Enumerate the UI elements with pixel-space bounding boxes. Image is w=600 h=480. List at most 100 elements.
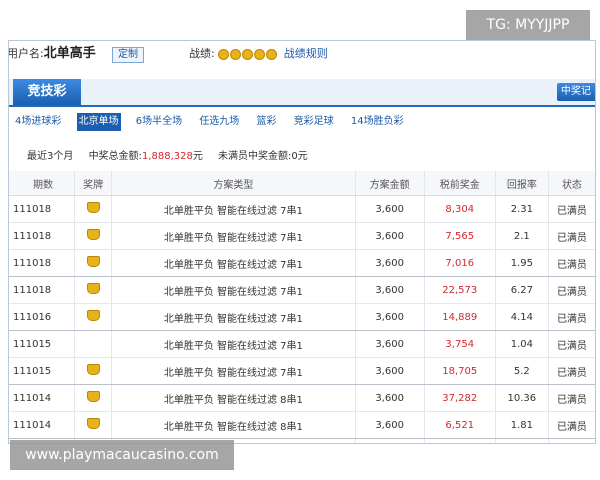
header-rate: 回报率 xyxy=(494,171,549,196)
record-label: 战绩: xyxy=(189,47,215,60)
table-row[interactable]: 111018 北单胜平负 智能在线过滤 7串1 3,600 8,304 2.31 已满员 xyxy=(9,195,595,223)
cell-period: 111015 xyxy=(9,357,75,385)
cell-prize: 22,573 xyxy=(423,276,496,304)
cell-rate: 2.31 xyxy=(494,195,549,223)
header-period: 期数 xyxy=(9,171,75,196)
cell-medal xyxy=(74,249,112,277)
watermark-bottom: www.playmacaucasino.com xyxy=(10,440,234,470)
cell-type: 北单胜平负 智能在线过滤 8串1 xyxy=(111,411,356,439)
medal-icon xyxy=(266,48,278,60)
cell-rate: 2.1 xyxy=(494,222,549,250)
cell-rate: 5.2 xyxy=(494,357,549,385)
subtab-14-win-lose[interactable]: 14场胜负彩 xyxy=(349,113,406,131)
table-row[interactable]: 111016 北单胜平负 智能在线过滤 7串1 3,600 14,889 4.14 已满员 xyxy=(9,303,595,331)
table-row[interactable]: 111014 北单胜平负 智能在线过滤 8串1 3,600 37,282 10.36 已满… xyxy=(9,384,595,412)
subtab-pick-nine[interactable]: 任选九场 xyxy=(197,113,241,131)
cell-status: 已满员 xyxy=(547,438,595,443)
cell-period: 111014 xyxy=(9,384,75,412)
table-row[interactable]: 111018 北单胜平负 智能在线过滤 7串1 3,600 7,565 2.1 已满员 xyxy=(9,222,595,250)
cell-medal xyxy=(74,357,112,385)
medal-icon xyxy=(86,229,100,240)
cell-rate: 6.27 xyxy=(494,276,549,304)
subtab-4-goals[interactable]: 4场进球彩 xyxy=(13,113,63,131)
cell-amount: 3,600 xyxy=(354,195,425,223)
record-rules-link[interactable]: 战绩规则 xyxy=(284,47,328,60)
medal-icon xyxy=(254,48,266,60)
cell-amount: 3,600 xyxy=(354,411,425,439)
cell-period: 111018 xyxy=(9,222,75,250)
medal-icon xyxy=(86,418,100,429)
medal-icon xyxy=(86,310,100,321)
cell-type: 北单胜平负 智能在线过滤 7串1 xyxy=(111,195,356,223)
table-row[interactable]: 111014 北单胜平负 智能在线过滤 8串1 3,600 6,521 1.81 已满员 xyxy=(9,411,595,439)
cell-type: 北单胜平负 智能在线过滤 7串1 xyxy=(111,276,356,304)
subtab-6-half-full[interactable]: 6场半全场 xyxy=(134,113,184,131)
header-medal: 奖牌 xyxy=(74,171,112,196)
summary-period: 最近3个月 xyxy=(27,151,74,162)
cell-prize: 8,304 xyxy=(423,195,496,223)
subtab-beijing-single[interactable]: 北京单场 xyxy=(76,113,121,131)
cell-status: 已满员 xyxy=(547,384,595,412)
cell-prize: 14,889 xyxy=(423,303,496,331)
medal-icon xyxy=(86,391,100,402)
tab-competitive-lottery[interactable]: 竞技彩 xyxy=(13,79,81,105)
cell-type: 北单胜平负 智能在线过滤 7串1 xyxy=(111,222,356,250)
cell-medal xyxy=(74,330,112,358)
cell-rate: 1.81 xyxy=(494,411,549,439)
cell-status: 已满员 xyxy=(547,357,595,385)
cell-amount: 3,600 xyxy=(354,303,425,331)
unfilled-prize-label: 未满员中奖金额: xyxy=(218,151,292,162)
cell-rate: 1.06 xyxy=(494,438,549,443)
table-row[interactable]: 111015 北单胜平负 智能在线过滤 7串1 3,600 3,754 1.04 已满员 xyxy=(9,330,595,358)
cell-medal xyxy=(74,384,112,412)
medal-icon xyxy=(242,48,254,60)
cell-type: 北单胜平负 智能在线过滤 7串1 xyxy=(111,303,356,331)
cell-prize: 18,705 xyxy=(423,357,496,385)
summary-bar: 最近3个月 中奖总金额:1,888,328元 未满员中奖金额:0元 xyxy=(27,151,308,162)
username-label: 用户名:北单高手 xyxy=(8,46,96,61)
cell-rate: 4.14 xyxy=(494,303,549,331)
cell-type: 北单胜平负 智能在线过滤 7串1 xyxy=(111,357,356,385)
cell-rate: 10.36 xyxy=(494,384,549,412)
tab-bar: 竞技彩 中奖记 xyxy=(9,79,595,107)
medal-icon xyxy=(86,256,100,267)
cell-period: 111018 xyxy=(9,195,75,223)
medal-icon xyxy=(86,364,100,375)
table-row[interactable]: 111018 北单胜平负 智能在线过滤 7串1 3,600 7,016 1.95 已满员 xyxy=(9,249,595,277)
medal-icon xyxy=(218,48,230,60)
header-type: 方案类型 xyxy=(111,171,356,196)
cell-status: 已满员 xyxy=(547,411,595,439)
cell-prize: 6,521 xyxy=(423,411,496,439)
winning-record-button[interactable]: 中奖记 xyxy=(557,83,595,101)
cell-rate: 1.04 xyxy=(494,330,549,358)
cell-status: 已满员 xyxy=(547,303,595,331)
header-status: 状态 xyxy=(547,171,595,196)
cell-medal xyxy=(74,276,112,304)
cell-amount: 3,600 xyxy=(354,438,425,443)
watermark-top: TG: MYYJJPP xyxy=(466,10,590,40)
header-prize: 税前奖金 xyxy=(423,171,496,196)
cell-medal xyxy=(74,303,112,331)
cell-status: 已满员 xyxy=(547,276,595,304)
subtab-bar: 4场进球彩 北京单场 6场半全场 任选九场 篮彩 竞彩足球 14场胜负彩 xyxy=(13,113,416,131)
user-bar: 用户名:北单高手 定制 战绩: 战绩规则 xyxy=(9,41,595,71)
cell-medal xyxy=(74,195,112,223)
cell-rate: 1.95 xyxy=(494,249,549,277)
cell-type: 北单胜平负 智能在线过滤 7串1 xyxy=(111,249,356,277)
medal-icon xyxy=(230,48,242,60)
table-row[interactable]: 111015 北单胜平负 智能在线过滤 7串1 3,600 18,705 5.2 已满员 xyxy=(9,357,595,385)
subtab-basketball[interactable]: 篮彩 xyxy=(255,113,279,131)
cell-period: 111018 xyxy=(9,276,75,304)
table-row[interactable]: 111018 北单胜平负 智能在线过滤 7串1 3,600 22,573 6.27 已满员 xyxy=(9,276,595,304)
record-area: 战绩: 战绩规则 xyxy=(189,41,328,67)
cell-period: 111015 xyxy=(9,330,75,358)
subtab-football[interactable]: 竞彩足球 xyxy=(292,113,336,131)
record-panel: 用户名:北单高手 定制 战绩: 战绩规则 竞技彩 中奖记 4场进球彩 北京单场 … xyxy=(8,40,596,444)
header-amount: 方案金额 xyxy=(354,171,425,196)
custom-button[interactable]: 定制 xyxy=(112,47,144,63)
cell-prize: 3,754 xyxy=(423,330,496,358)
cell-amount: 3,600 xyxy=(354,384,425,412)
cell-prize: 3,823 xyxy=(423,438,496,443)
cell-amount: 3,600 xyxy=(354,357,425,385)
username: 北单高手 xyxy=(43,46,96,61)
